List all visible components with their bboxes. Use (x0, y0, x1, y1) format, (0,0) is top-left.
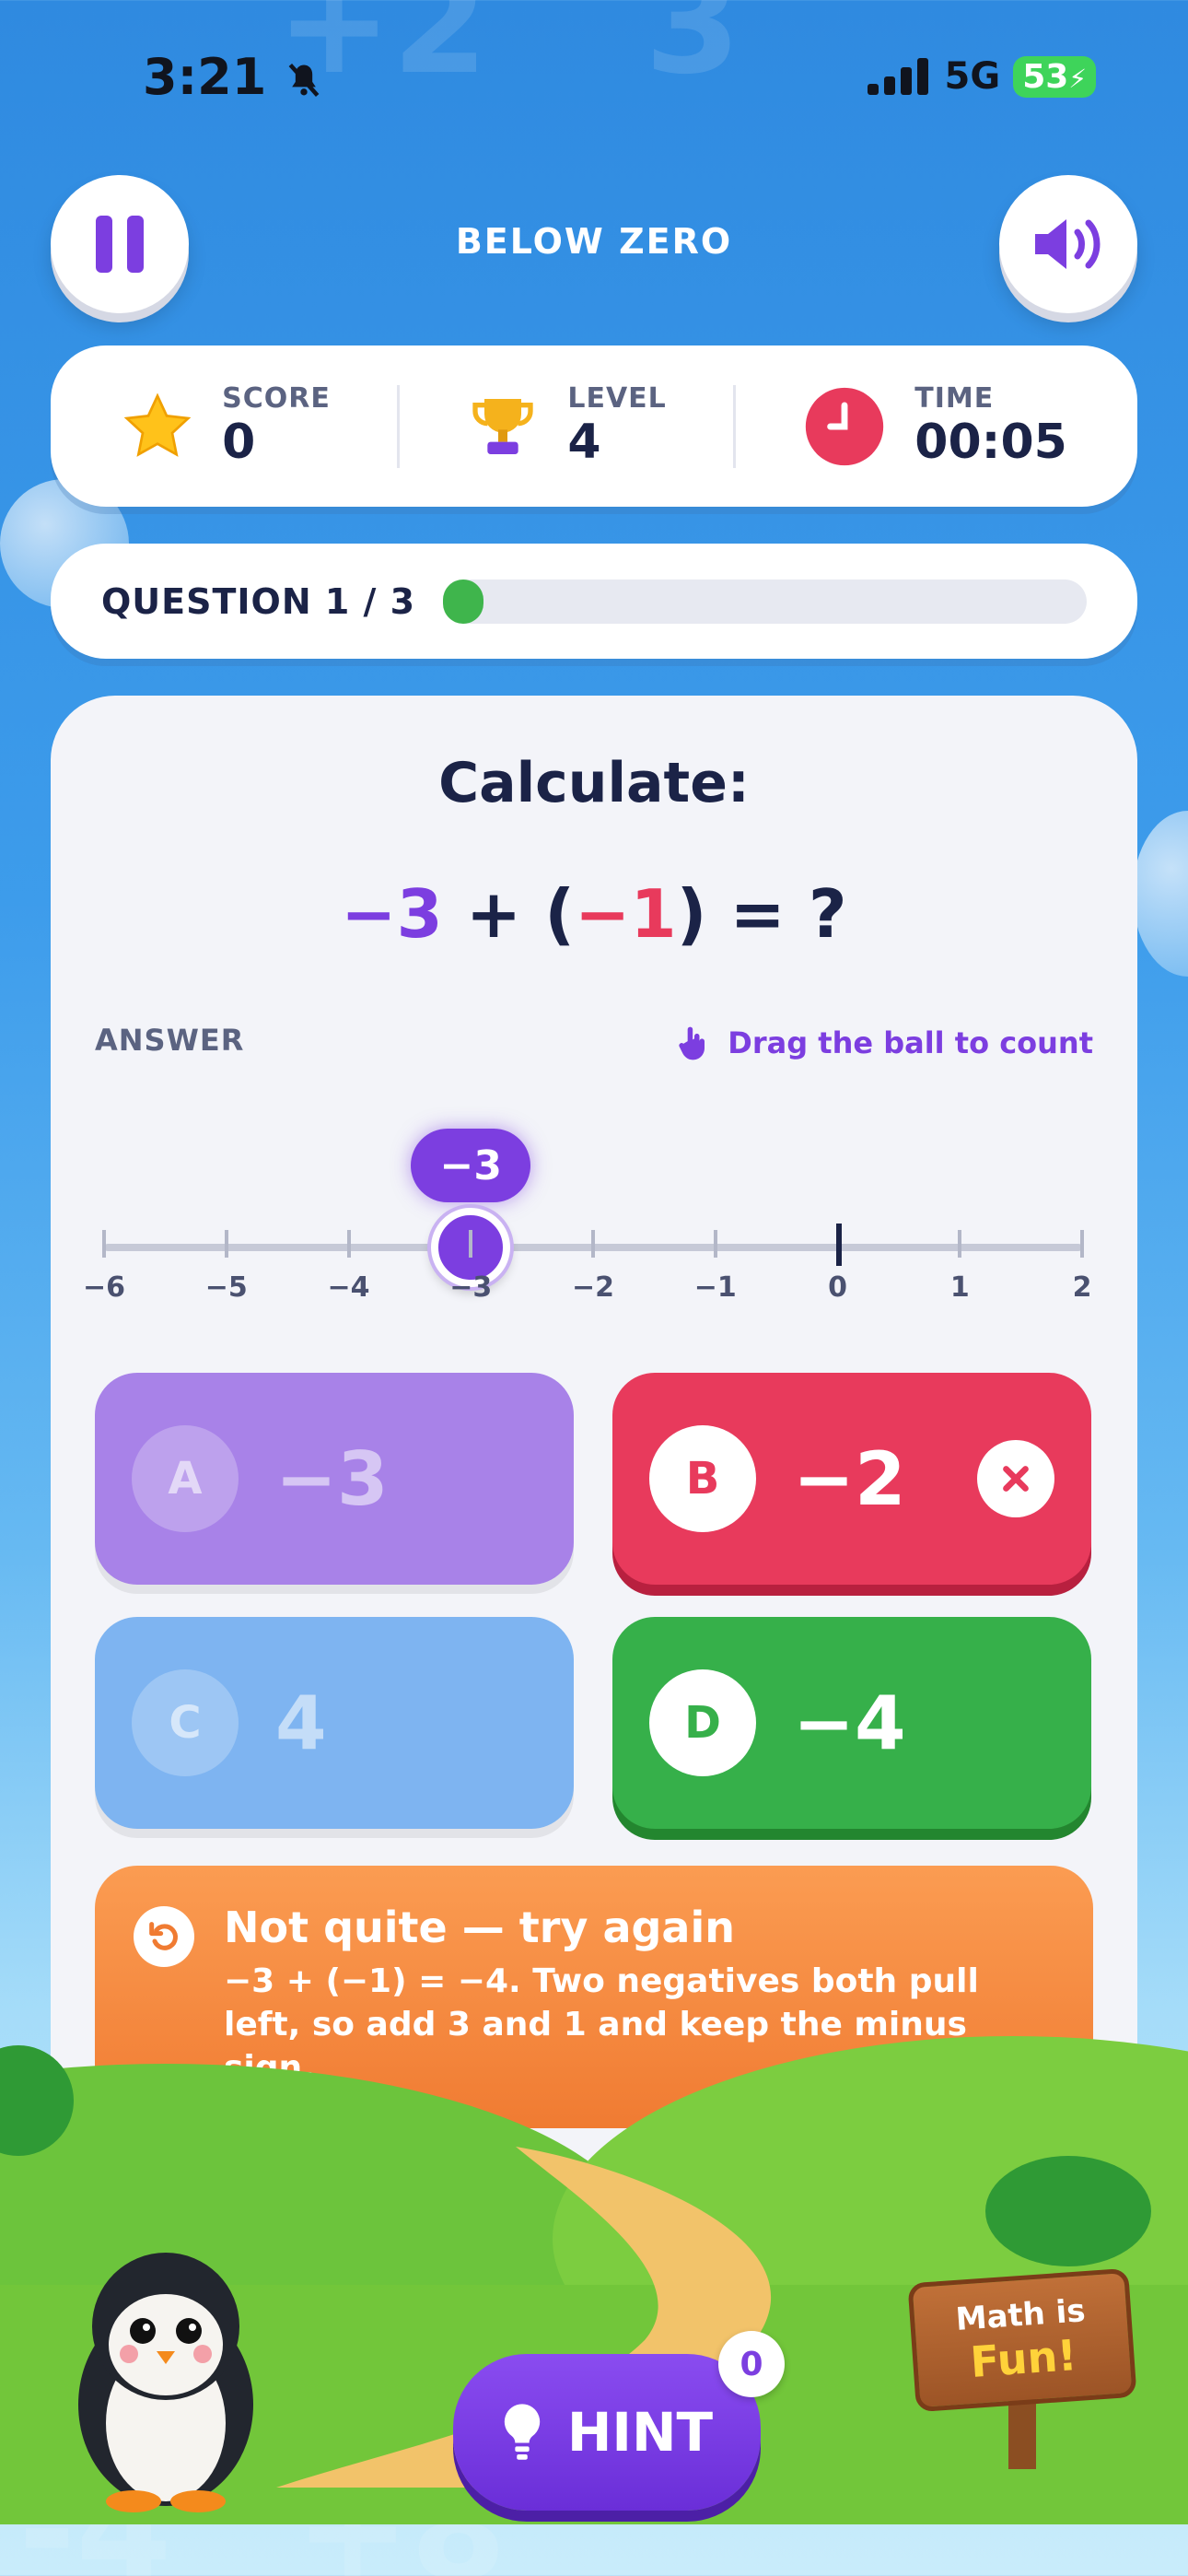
clock-icon (806, 387, 884, 465)
hint-button[interactable]: HINT (453, 2354, 761, 2511)
number-line-tick-label: 0 (828, 1271, 847, 1304)
equation-term-a: −3 (341, 875, 443, 953)
bell-muted-icon (288, 64, 320, 98)
background-number: 3 (645, 0, 741, 105)
number-line-tick-label: −2 (571, 1271, 614, 1304)
cellular-signal-icon (867, 58, 928, 95)
answer-label: ANSWER (95, 1023, 245, 1058)
math-is-fun-sign: Math is Fun! (907, 2267, 1137, 2478)
wrong-mark-icon (977, 1440, 1054, 1517)
progress-fill (443, 579, 484, 624)
drag-hint: Drag the ball to count (674, 1023, 1093, 1063)
hint-count-badge: 0 (718, 2331, 785, 2397)
number-line-tick (958, 1230, 962, 1258)
question-counter: QUESTION 1 / 3 (101, 580, 416, 622)
option-a-button[interactable]: A −3 (95, 1373, 574, 1585)
number-line-tick-label: 1 (949, 1271, 970, 1304)
equation-term-b: −1 (575, 875, 677, 953)
score-stat: SCORE 0 (121, 382, 331, 470)
drag-hint-text: Drag the ball to count (728, 1025, 1093, 1060)
equation-operator: + ( (465, 875, 576, 953)
option-d-value: −4 (793, 1680, 906, 1766)
time-label: TIME (914, 382, 995, 415)
status-time: 3:21 (143, 48, 324, 106)
lightbulb-icon (504, 2404, 541, 2460)
number-line-tick (713, 1230, 717, 1258)
number-line-tick-label: −5 (204, 1271, 248, 1304)
battery-indicator: 53⚡ (1013, 55, 1096, 98)
hand-pointer-icon (679, 1026, 705, 1060)
number-line-tick-label: 2 (1072, 1271, 1092, 1304)
equation-tail: ) = ? (676, 875, 847, 953)
number-line-tick (224, 1230, 228, 1258)
star-icon (123, 392, 192, 457)
number-line-tick (591, 1230, 595, 1258)
option-b-button[interactable]: B −2 (612, 1373, 1091, 1585)
divider (397, 384, 401, 468)
speaker-icon (1035, 219, 1101, 269)
level-stat: LEVEL 4 (466, 382, 666, 470)
stats-card: SCORE 0 LEVEL 4 TIME 00:05 (51, 345, 1137, 507)
number-line-tick (1080, 1230, 1084, 1258)
hint-label: HINT (566, 2401, 714, 2464)
time-stat: TIME 00:05 (802, 382, 1067, 470)
progress-card: QUESTION 1 / 3 (51, 544, 1137, 659)
penguin-mascot (78, 2253, 253, 2512)
option-d-letter: D (649, 1669, 756, 1776)
number-line-tick-label: −6 (82, 1271, 125, 1304)
option-a-value: −3 (275, 1435, 389, 1522)
option-b-value: −2 (793, 1435, 906, 1522)
equation: −3 + (−1) = ? (51, 875, 1137, 953)
bubble-decoration (1133, 811, 1188, 977)
trophy-icon (472, 398, 534, 454)
sign-line-2: Fun! (968, 2329, 1078, 2387)
status-indicators: 5G 53⚡ (867, 55, 1096, 98)
level-value: 4 (567, 415, 601, 470)
score-value: 0 (222, 415, 256, 470)
option-c-value: 4 (275, 1680, 327, 1766)
option-a-letter: A (132, 1425, 239, 1532)
number-line-tick-label: −4 (327, 1271, 370, 1304)
number-line-tick (835, 1224, 842, 1266)
network-label: 5G (944, 55, 1001, 98)
question-heading: Calculate: (438, 751, 750, 815)
divider (733, 384, 737, 468)
option-c-button[interactable]: C 4 (95, 1617, 574, 1829)
number-line-tick (469, 1230, 473, 1258)
ball-value-badge: −3 (411, 1129, 531, 1202)
option-d-button[interactable]: D −4 (612, 1617, 1091, 1829)
number-line-tick (346, 1230, 351, 1258)
number-line-tick-label: −3 (449, 1271, 493, 1304)
option-c-letter: C (132, 1669, 239, 1776)
sound-button[interactable] (999, 175, 1137, 313)
option-b-letter: B (649, 1425, 756, 1532)
level-label: LEVEL (567, 382, 667, 415)
score-label: SCORE (222, 382, 331, 415)
time-value: 00:05 (914, 415, 1067, 470)
number-line-tick (102, 1230, 106, 1258)
number-line-tick-label: −1 (693, 1271, 737, 1304)
progress-track (443, 579, 1087, 624)
